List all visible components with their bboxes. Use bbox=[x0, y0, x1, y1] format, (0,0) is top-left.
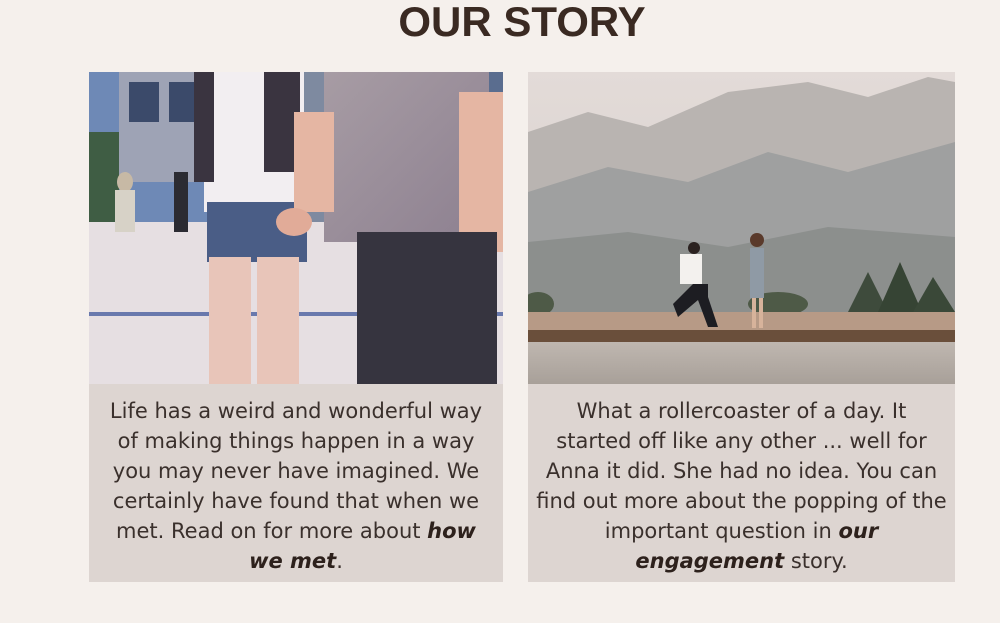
caption-text-end: . bbox=[336, 549, 343, 573]
proposal-photo[interactable] bbox=[528, 72, 955, 384]
story-caption-how-we-met: Life has a weird and wonderful way of ma… bbox=[89, 396, 503, 576]
page-title: OUR STORY bbox=[398, 0, 646, 45]
story-card-how-we-met: Life has a weird and wonderful way of ma… bbox=[89, 72, 503, 582]
story-card-engagement: What a rollercoaster of a day. It starte… bbox=[528, 72, 955, 582]
beach-couple-photo[interactable] bbox=[89, 72, 503, 384]
caption-text-end: story. bbox=[784, 549, 848, 573]
story-caption-engagement: What a rollercoaster of a day. It starte… bbox=[528, 396, 955, 576]
caption-text: What a rollercoaster of a day. It starte… bbox=[536, 399, 947, 543]
